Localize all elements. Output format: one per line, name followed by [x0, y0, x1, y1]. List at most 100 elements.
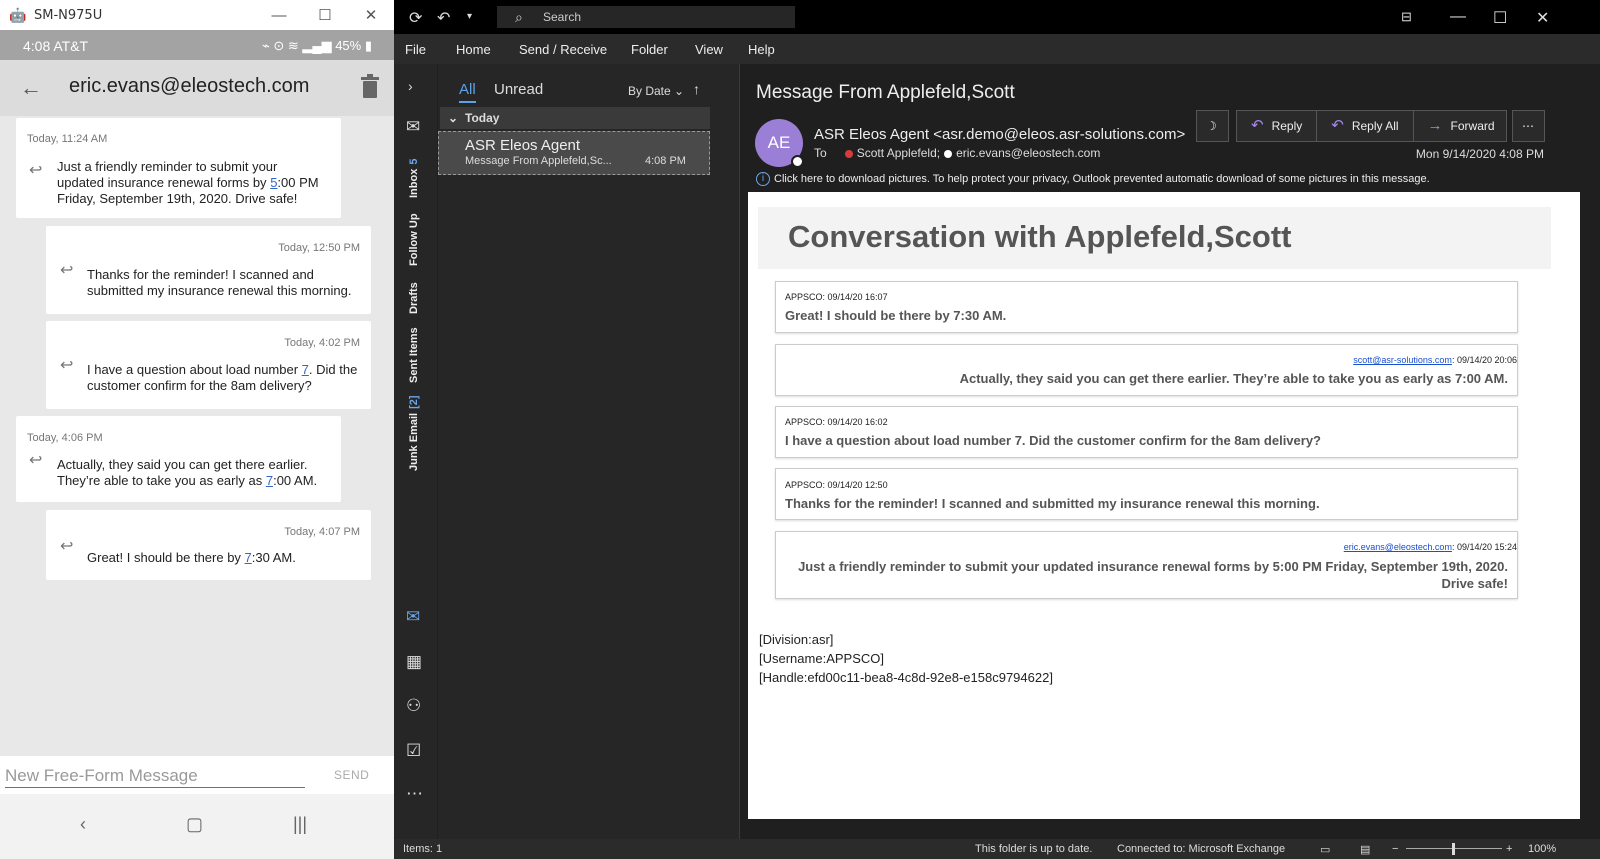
conversation-heading: Conversation with Applefeld,Scott: [788, 219, 1292, 254]
forward-button[interactable]: → Forward: [1414, 111, 1506, 141]
phone-mirror-window: 🤖 SM-N975U — ☐ ✕ 4:08 AT&T ⌁ ⊙ ≋ ▂▄▆ 45%…: [0, 0, 394, 859]
minimize-icon[interactable]: —: [1450, 8, 1466, 26]
reply-all-button[interactable]: ↶ Reply All: [1317, 111, 1414, 141]
contact-title: eric.evans@eleostech.com: [69, 75, 310, 97]
dark-mode-button[interactable]: ☽: [1196, 110, 1229, 142]
reading-pane: Message From Applefeld,Scott AE ASR Eleo…: [740, 64, 1600, 839]
message-link[interactable]: 7: [245, 550, 252, 565]
username-line: [Username:APPSCO]: [759, 651, 884, 666]
thread-message: APPSCO: 09/14/20 12:50 Thanks for the re…: [775, 468, 1518, 520]
message-time: Today, 12:50 PM: [278, 242, 360, 254]
message-time: Today, 4:06 PM: [27, 432, 103, 444]
thread-text: Just a friendly reminder to submit your …: [798, 559, 1508, 591]
sort-by-date[interactable]: By Date ⌄: [628, 84, 684, 98]
nav-home-icon[interactable]: ▢: [186, 814, 203, 835]
message-text: Thanks for the reminder! I scanned and s…: [87, 267, 352, 298]
thread-message: eric.evans@eleostech.com: 09/14/20 15:24…: [775, 531, 1518, 599]
message-link[interactable]: 7: [302, 362, 309, 377]
close-icon[interactable]: ✕: [348, 0, 394, 30]
message-text: Great! I should be there by 7:30 AM.: [87, 550, 296, 565]
phone-status-bar: 4:08 AT&T ⌁ ⊙ ≋ ▂▄▆ 45% ▮: [0, 30, 394, 60]
info-icon: i: [756, 172, 770, 186]
tab-file[interactable]: File: [405, 42, 426, 57]
thread-meta: scott@asr-solutions.com: 09/14/20 20:06: [1353, 355, 1517, 365]
people-icon[interactable]: ⚇: [406, 696, 421, 716]
message-list-item[interactable]: ASR Eleos Agent Message From Applefeld,S…: [438, 131, 710, 175]
tab-view[interactable]: View: [695, 42, 723, 57]
item-count: Items: 1: [403, 843, 443, 855]
free-form-message-input[interactable]: [5, 764, 305, 788]
tab-send-receive[interactable]: Send / Receive: [519, 42, 607, 57]
normal-view-icon[interactable]: ▭: [1320, 843, 1330, 856]
ribbon-display-icon[interactable]: ⊟: [1401, 9, 1412, 25]
search-box[interactable]: ⌕ Search: [497, 6, 795, 28]
status-time-carrier: 4:08 AT&T: [23, 38, 89, 54]
new-mail-icon[interactable]: ✉: [406, 117, 420, 137]
zoom-out-icon[interactable]: −: [1392, 843, 1398, 855]
mail-icon[interactable]: ✉: [406, 607, 420, 627]
message-text: I have a question about load number 7. D…: [87, 362, 358, 393]
outlook-titlebar: ⟳ ↶ ▾ ⌕ Search ⊟ — ☐ ✕: [394, 0, 1600, 34]
send-button[interactable]: SEND: [334, 768, 369, 782]
response-actions: ↶ Reply ↶ Reply All → Forward: [1236, 110, 1507, 142]
message-bubble-outgoing: Today, 4:07 PM ↩ Great! I should be ther…: [46, 510, 371, 580]
folder-follow-up[interactable]: Follow Up: [408, 213, 420, 266]
item-subject: Message From Applefeld,Sc...: [465, 155, 612, 167]
reply-icon: ↶: [1251, 117, 1264, 134]
status-bar: Items: 1 This folder is up to date. Conn…: [394, 839, 1600, 859]
zoom-in-icon[interactable]: +: [1506, 843, 1512, 855]
folder-drafts[interactable]: Drafts: [408, 282, 420, 314]
back-arrow-icon[interactable]: ←: [20, 75, 42, 101]
thread-text: Thanks for the reminder! I scanned and s…: [785, 496, 1320, 511]
sync-icon[interactable]: ⟳: [409, 8, 422, 28]
sort-direction-icon[interactable]: ↑: [693, 81, 700, 97]
group-header-today[interactable]: ⌄ Today: [440, 107, 710, 129]
zoom-slider-handle[interactable]: [1452, 843, 1455, 855]
reply-all-icon: ↶: [1331, 117, 1344, 134]
avatar: AE: [755, 119, 804, 168]
message-link[interactable]: 7: [266, 473, 273, 488]
folder-junk-email[interactable]: Junk Email[2]: [408, 395, 420, 471]
reply-button[interactable]: ↶ Reply: [1237, 111, 1318, 141]
reply-icon: ↩: [29, 452, 43, 469]
minimize-icon[interactable]: —: [256, 0, 302, 30]
nav-back-icon[interactable]: ‹: [80, 814, 86, 835]
folder-sent-items[interactable]: Sent Items: [408, 327, 420, 383]
tab-home[interactable]: Home: [456, 42, 491, 57]
undo-icon[interactable]: ↶: [437, 8, 450, 28]
message-sender[interactable]: ASR Eleos Agent <asr.demo@eleos.asr-solu…: [814, 126, 1185, 143]
customize-toolbar-icon[interactable]: ▾: [467, 11, 472, 22]
tab-all[interactable]: All: [459, 81, 476, 103]
thread-meta: eric.evans@eleostech.com: 09/14/20 15:24: [1343, 542, 1517, 552]
thread-message: APPSCO: 09/14/20 16:02 I have a question…: [775, 406, 1518, 458]
sync-status: This folder is up to date.: [975, 843, 1093, 855]
message-time: Today, 4:02 PM: [284, 337, 360, 349]
trash-icon[interactable]: [361, 74, 379, 98]
zoom-level[interactable]: 100%: [1528, 843, 1556, 855]
folder-inbox[interactable]: Inbox5: [408, 159, 420, 198]
info-bar[interactable]: i Click here to download pictures. To hel…: [756, 172, 1430, 186]
calendar-icon[interactable]: ▦: [406, 652, 422, 672]
close-icon[interactable]: ✕: [1536, 8, 1549, 28]
tab-unread[interactable]: Unread: [494, 81, 543, 98]
expand-pane-icon[interactable]: ›: [408, 78, 413, 94]
maximize-icon[interactable]: ☐: [1493, 8, 1507, 28]
message-date: Mon 9/14/2020 4:08 PM: [1415, 147, 1544, 161]
nav-recents-icon[interactable]: |||: [293, 814, 307, 835]
maximize-icon[interactable]: ☐: [302, 0, 348, 30]
more-apps-icon[interactable]: ⋯: [406, 784, 423, 804]
message-composer: SEND: [0, 756, 394, 794]
search-icon: ⌕: [515, 9, 523, 25]
tab-folder[interactable]: Folder: [631, 42, 668, 57]
thread-meta: APPSCO: 09/14/20 12:50: [785, 480, 888, 490]
message-text: Actually, they said you can get there ea…: [57, 457, 318, 488]
handle-line: [Handle:efd00c11-bea8-4c8d-92e8-e158c979…: [759, 670, 1053, 685]
more-actions-button[interactable]: ⋯: [1512, 110, 1545, 142]
tasks-icon[interactable]: ☑: [406, 741, 421, 761]
folder-rail: › ✉ Inbox5 Follow Up Drafts Sent Items J…: [394, 64, 437, 839]
reply-icon: ↩: [29, 162, 43, 179]
conversation-area[interactable]: Today, 11:24 AM ↩ Just a friendly remind…: [0, 116, 394, 756]
tab-help[interactable]: Help: [748, 42, 775, 57]
reading-view-icon[interactable]: ▤: [1360, 843, 1370, 856]
message-bubble-outgoing: Today, 4:02 PM ↩ I have a question about…: [46, 321, 371, 409]
